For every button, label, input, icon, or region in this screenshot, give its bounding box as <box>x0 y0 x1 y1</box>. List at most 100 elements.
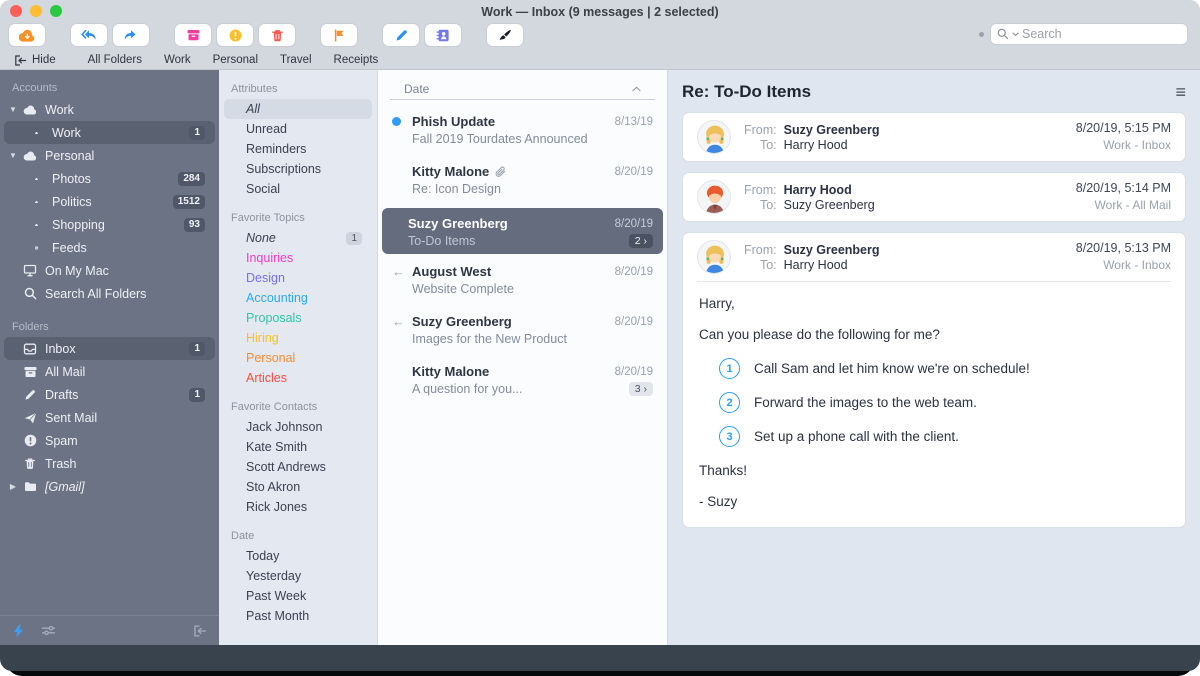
topic-hiring[interactable]: Hiring <box>224 328 372 348</box>
message-sender: Suzy Greenberg <box>412 314 512 329</box>
mail-app-window: Work — Inbox (9 messages | 2 selected) <box>0 0 1200 676</box>
topic-proposals[interactable]: Proposals <box>224 308 372 328</box>
mailbox-label: Photos <box>52 172 178 186</box>
sidebar-mailbox-work[interactable]: Work 1 <box>4 121 215 144</box>
sidebar-search-all-folders[interactable]: Search All Folders <box>4 282 215 305</box>
topic-design[interactable]: Design <box>224 268 372 288</box>
message-sender: Phish Update <box>412 114 495 129</box>
sidebar-folder-inbox[interactable]: Inbox 1 <box>4 337 215 360</box>
message-row-selected[interactable]: Suzy Greenberg 8/20/19 To-Do Items 2 › <box>382 208 663 254</box>
message-subject: To-Do Items <box>408 234 621 248</box>
date-past-month[interactable]: Past Month <box>224 606 372 626</box>
unread-count-badge: 1512 <box>173 195 205 209</box>
hide-favorites-button[interactable]: Hide <box>14 54 56 66</box>
forward-icon <box>124 29 139 41</box>
sidebar-mailbox-politics[interactable]: Politics 1512 <box>4 190 215 213</box>
message-row[interactable]: Kitty Malone 8/20/19 A question for you.… <box>378 356 667 406</box>
sidebar-mailbox-feeds[interactable]: Feeds <box>4 236 215 259</box>
menu-icon[interactable]: ≡ <box>1175 83 1186 101</box>
compose-button[interactable] <box>382 23 420 47</box>
sidebar-folder-trash[interactable]: Trash <box>4 452 215 475</box>
message-row[interactable]: Kitty Malone 8/20/19 Re: Icon Design <box>378 156 667 206</box>
topic-accounting[interactable]: Accounting <box>224 288 372 308</box>
search-field[interactable] <box>990 23 1188 45</box>
message-card-expanded[interactable]: From: Suzy Greenberg To: Harry Hood 8/20… <box>682 232 1186 528</box>
search-input[interactable] <box>1022 27 1162 41</box>
message-card[interactable]: From: Suzy Greenberg To: Harry Hood 8/20… <box>682 112 1186 162</box>
sidebar-mailbox-photos[interactable]: Photos 284 <box>4 167 215 190</box>
contact-sto-akron[interactable]: Sto Akron <box>224 477 372 497</box>
unread-count-badge: 284 <box>178 172 205 186</box>
contact-jack-johnson[interactable]: Jack Johnson <box>224 417 372 437</box>
contact-kate-smith[interactable]: Kate Smith <box>224 437 372 457</box>
contact-scott-andrews[interactable]: Scott Andrews <box>224 457 372 477</box>
disclosure-right-icon[interactable]: ▶ <box>4 482 22 491</box>
mailbox-label: Work <box>52 126 189 140</box>
sort-header[interactable]: Date <box>390 70 655 100</box>
sidebar-mailbox-shopping[interactable]: Shopping 93 <box>4 213 215 236</box>
favorites-bar: Hide All Folders Work Personal Travel Re… <box>0 51 1200 69</box>
unread-dot <box>392 117 401 126</box>
message-card[interactable]: From: Harry Hood To: Suzy Greenberg 8/20… <box>682 172 1186 222</box>
message-row[interactable]: ← August West 8/20/19 Website Complete <box>378 256 667 306</box>
cleanup-button[interactable] <box>486 23 524 47</box>
filter-social[interactable]: Social <box>224 179 372 199</box>
collapse-sidebar-icon[interactable] <box>193 625 207 637</box>
sidebar-account-work[interactable]: ▼ Work <box>4 98 215 121</box>
message-row[interactable]: Phish Update 8/13/19 Fall 2019 Tourdates… <box>378 106 667 156</box>
thread-count-badge[interactable]: 2 › <box>629 234 653 248</box>
sidebar-on-my-mac[interactable]: On My Mac <box>4 259 215 282</box>
filter-sliders-icon[interactable] <box>41 624 56 637</box>
message-row[interactable]: ← Suzy Greenberg 8/20/19 Images for the … <box>378 306 667 356</box>
to-name: Harry Hood <box>784 138 880 152</box>
body-greeting: Harry, <box>699 296 1169 311</box>
sidebar-folder-spam[interactable]: Spam <box>4 429 215 452</box>
date-yesterday[interactable]: Yesterday <box>224 566 372 586</box>
fav-tab-travel[interactable]: Travel <box>280 54 312 66</box>
sidebar: Accounts ▼ Work Work 1 ▼ Personal <box>0 70 219 645</box>
sidebar-folder-sent-mail[interactable]: Sent Mail <box>4 406 215 429</box>
mark-spam-button[interactable] <box>216 23 254 47</box>
topic-articles[interactable]: Articles <box>224 368 372 388</box>
contacts-button[interactable] <box>424 23 462 47</box>
sidebar-folder-drafts[interactable]: Drafts 1 <box>4 383 215 406</box>
activity-lightning-icon[interactable] <box>12 624 25 638</box>
inbox-icon <box>22 343 38 355</box>
filter-reminders[interactable]: Reminders <box>224 139 372 159</box>
zoom-window-button[interactable] <box>50 5 62 17</box>
fav-tab-receipts[interactable]: Receipts <box>334 54 379 66</box>
topic-none[interactable]: None1 <box>224 228 372 248</box>
disclosure-down-icon[interactable]: ▼ <box>4 105 22 114</box>
sidebar-folder-gmail[interactable]: ▶ [Gmail] <box>4 475 215 498</box>
flag-button[interactable] <box>320 23 358 47</box>
search-scope-chevron-icon[interactable] <box>1012 32 1019 37</box>
topic-personal[interactable]: Personal <box>224 348 372 368</box>
minimize-window-button[interactable] <box>30 5 42 17</box>
todo-item: 1 Call Sam and let him know we're on sch… <box>719 358 1169 379</box>
folder-label: Inbox <box>45 342 189 356</box>
delete-button[interactable] <box>258 23 296 47</box>
sidebar-folder-all-mail[interactable]: All Mail <box>4 360 215 383</box>
archive-button[interactable] <box>174 23 212 47</box>
close-window-button[interactable] <box>10 5 22 17</box>
fav-tab-personal[interactable]: Personal <box>213 54 258 66</box>
get-mail-button[interactable] <box>8 23 46 47</box>
filter-subscriptions[interactable]: Subscriptions <box>224 159 372 179</box>
sidebar-account-personal[interactable]: ▼ Personal <box>4 144 215 167</box>
forward-button[interactable] <box>112 23 150 47</box>
contact-rick-jones[interactable]: Rick Jones <box>224 497 372 517</box>
fav-tab-all-folders[interactable]: All Folders <box>88 54 142 66</box>
disclosure-down-icon[interactable]: ▼ <box>4 151 22 160</box>
filter-all[interactable]: All <box>224 99 372 119</box>
folder-label: Drafts <box>45 388 189 402</box>
filter-unread[interactable]: Unread <box>224 119 372 139</box>
trash-icon <box>22 457 38 470</box>
search-icon <box>22 287 38 300</box>
topic-inquiries[interactable]: Inquiries <box>224 248 372 268</box>
fav-tab-work[interactable]: Work <box>164 54 191 66</box>
date-today[interactable]: Today <box>224 546 372 566</box>
date-past-week[interactable]: Past Week <box>224 586 372 606</box>
reply-all-button[interactable] <box>70 23 108 47</box>
thread-count-badge[interactable]: 3 › <box>629 382 653 396</box>
chevron-up-icon[interactable] <box>632 86 641 92</box>
